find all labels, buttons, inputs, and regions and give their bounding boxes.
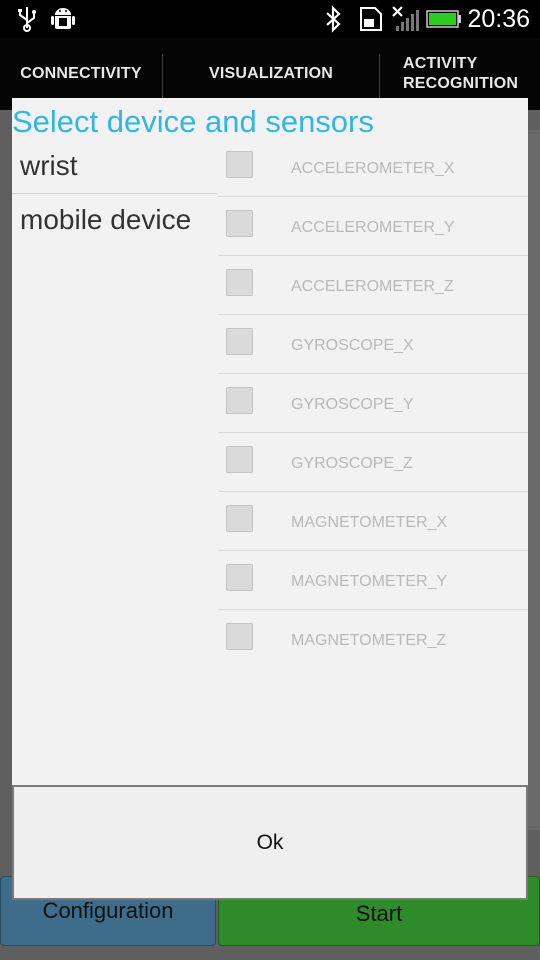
tab-visualization-label: VISUALIZATION	[208, 65, 334, 82]
sensor-label: MAGNETOMETER_Y	[291, 573, 448, 590]
tab-divider	[379, 54, 380, 100]
device-item-label: wrist	[20, 150, 78, 181]
sensor-row-magnetometer-z[interactable]: MAGNETOMETER_Z	[218, 610, 528, 669]
sensor-label: ACCELEROMETER_X	[291, 160, 455, 177]
sensor-row-gyroscope-z[interactable]: GYROSCOPE_Z	[218, 433, 528, 492]
sensor-row-magnetometer-x[interactable]: MAGNETOMETER_X	[218, 492, 528, 551]
sensor-label: GYROSCOPE_Z	[291, 455, 413, 472]
configuration-button-label: Configuration	[42, 898, 174, 923]
bluetooth-icon	[322, 0, 344, 38]
sensor-row-accelerometer-y[interactable]: ACCELEROMETER_Y	[218, 197, 528, 256]
android-debug-icon	[50, 0, 76, 38]
device-item-label: mobile device	[20, 204, 192, 235]
device-item-mobile-device[interactable]: mobile device	[12, 194, 218, 252]
sensor-checkbox[interactable]	[226, 328, 253, 355]
sensor-row-gyroscope-x[interactable]: GYROSCOPE_X	[218, 315, 528, 374]
clock: 20:36	[467, 5, 530, 33]
sensor-label: ACCELEROMETER_Y	[291, 219, 455, 236]
sensor-label: MAGNETOMETER_Z	[291, 632, 447, 649]
background-panel-edge	[527, 130, 540, 830]
ok-button[interactable]: Ok	[12, 785, 528, 900]
sensor-checkbox[interactable]	[226, 446, 253, 473]
usb-icon	[14, 0, 40, 38]
ok-button-label: Ok	[256, 830, 284, 854]
battery-icon	[426, 0, 462, 38]
tab-activity-label-line1: ACTIVITY	[403, 55, 478, 72]
select-sensors-dialog: Select device and sensors wrist mobile d…	[12, 98, 528, 900]
tab-activity-label-line2: RECOGNITION	[403, 75, 519, 92]
sensor-checkbox[interactable]	[226, 151, 253, 178]
sensor-checkbox[interactable]	[226, 210, 253, 237]
sensor-label: ACCELEROMETER_Z	[291, 278, 454, 295]
device-list: wrist mobile device	[12, 144, 218, 252]
sensor-checkbox[interactable]	[226, 623, 253, 650]
sd-card-icon	[358, 0, 384, 38]
sensor-row-gyroscope-y[interactable]: GYROSCOPE_Y	[218, 374, 528, 433]
sensor-label: MAGNETOMETER_X	[291, 514, 448, 531]
tab-connectivity-label: CONNECTIVITY	[20, 65, 142, 82]
sensor-row-accelerometer-z[interactable]: ACCELEROMETER_Z	[218, 256, 528, 315]
sensor-checkbox[interactable]	[226, 269, 253, 296]
sensor-checkbox[interactable]	[226, 564, 253, 591]
status-bar: 20:36	[0, 0, 540, 38]
signal-off-icon	[390, 0, 424, 38]
sensor-list: ACCELEROMETER_X ACCELEROMETER_Y ACCELERO…	[218, 138, 528, 669]
sensor-label: GYROSCOPE_X	[291, 337, 414, 354]
sensor-label: GYROSCOPE_Y	[291, 396, 414, 413]
sensor-row-accelerometer-x[interactable]: ACCELEROMETER_X	[218, 138, 528, 197]
start-button-label: Start	[355, 901, 403, 926]
device-item-wrist[interactable]: wrist	[12, 144, 218, 194]
sensor-row-magnetometer-y[interactable]: MAGNETOMETER_Y	[218, 551, 528, 610]
sensor-checkbox[interactable]	[226, 387, 253, 414]
sensor-checkbox[interactable]	[226, 505, 253, 532]
